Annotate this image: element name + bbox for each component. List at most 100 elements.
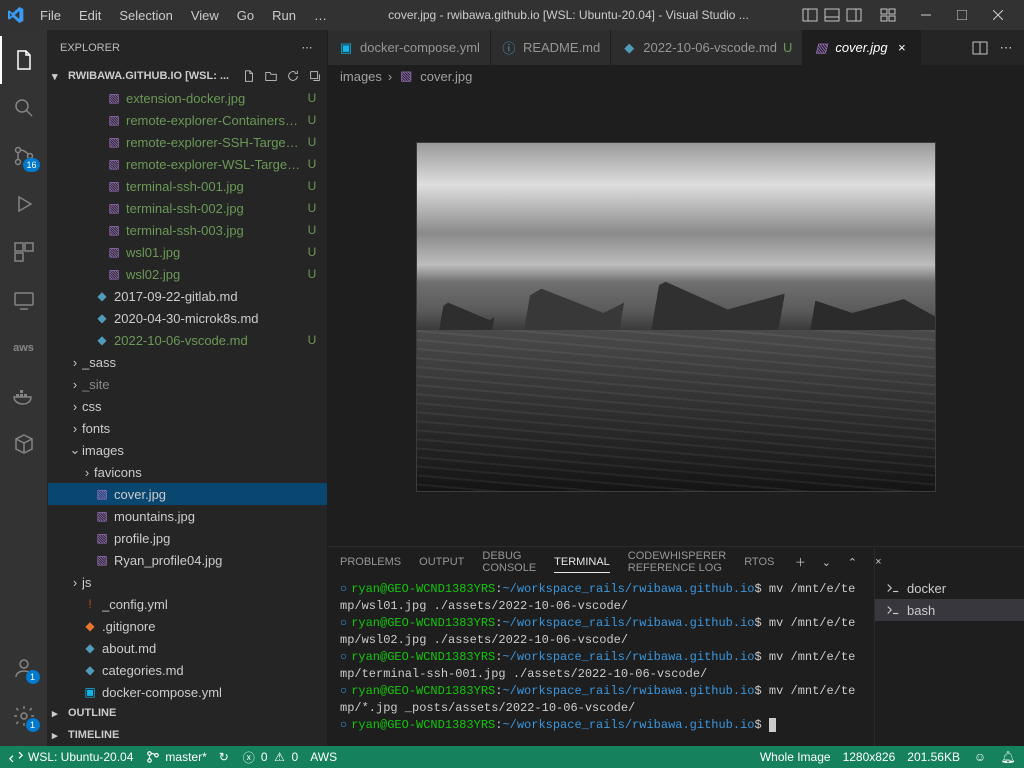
menu-edit[interactable]: Edit [71, 4, 109, 27]
activity-settings[interactable]: 1 [0, 692, 48, 740]
activity-accounts[interactable]: 1 [0, 644, 48, 692]
panel-tab-problems[interactable]: PROBLEMS [340, 552, 401, 572]
menu-go[interactable]: Go [229, 4, 262, 27]
workspace-header[interactable]: ▾ RWIBAWA.GITHUB.IO [WSL: ... [48, 65, 327, 87]
activity-aws[interactable]: aws [0, 324, 48, 372]
layout-right-icon[interactable] [846, 7, 862, 23]
file-row[interactable]: ▧remote-explorer-WSL-Targets.jpgU [48, 153, 327, 175]
status-branch[interactable]: master* [145, 749, 206, 765]
chevron-icon[interactable]: › [68, 421, 82, 436]
file-row[interactable]: ▧terminal-ssh-003.jpgU [48, 219, 327, 241]
split-editor-icon[interactable] [972, 40, 988, 56]
panel-tab-debug-console[interactable]: DEBUG CONSOLE [482, 546, 536, 578]
layout-panel-icon[interactable] [802, 7, 818, 23]
menu-run[interactable]: Run [264, 4, 304, 27]
activity-explorer[interactable] [0, 36, 48, 84]
folder-row[interactable]: ›js [48, 571, 327, 593]
panel-tab-output[interactable]: OUTPUT [419, 552, 464, 572]
file-row[interactable]: ◆2020-04-30-microk8s.md [48, 307, 327, 329]
new-folder-icon[interactable] [263, 68, 279, 84]
folder-row[interactable]: ⌄images [48, 439, 327, 461]
file-row[interactable]: ▧wsl02.jpgU [48, 263, 327, 285]
more-icon[interactable]: ⋯ [998, 40, 1014, 56]
layout-customize-icon[interactable] [880, 7, 896, 23]
minimize-button[interactable] [908, 0, 944, 30]
breadcrumb-item[interactable]: cover.jpg [420, 69, 472, 84]
chevron-icon[interactable]: › [80, 465, 94, 480]
status-sync[interactable]: ↻ [219, 750, 229, 764]
menu-selection[interactable]: Selection [111, 4, 180, 27]
file-row[interactable]: ▧cover.jpg [48, 483, 327, 505]
status-errors[interactable]: ⓧ0 ⚠0 [241, 749, 298, 765]
activity-docker[interactable] [0, 372, 48, 420]
file-row[interactable]: ▧remote-explorer-SSH-Targets.jpgU [48, 131, 327, 153]
timeline-section[interactable]: ▸ TIMELINE [48, 724, 327, 746]
breadcrumb[interactable]: images › ▧ cover.jpg [328, 65, 1024, 87]
image-viewer[interactable] [328, 87, 1024, 546]
status-remote[interactable]: WSL: Ubuntu-20.04 [8, 749, 133, 765]
file-row[interactable]: ▧terminal-ssh-001.jpgU [48, 175, 327, 197]
folder-row[interactable]: ›_sass [48, 351, 327, 373]
tab-cover-jpg[interactable]: ▧cover.jpg× [803, 30, 920, 65]
breadcrumb-item[interactable]: images [340, 69, 382, 84]
chevron-icon[interactable]: › [68, 575, 82, 590]
file-row[interactable]: ▧wsl01.jpgU [48, 241, 327, 263]
file-row[interactable]: ▧extension-docker.jpgU [48, 87, 327, 109]
chevron-up-icon[interactable]: ⌃ [844, 554, 860, 570]
close-icon[interactable]: × [894, 40, 910, 56]
file-row[interactable]: ▧Ryan_profile04.jpg [48, 549, 327, 571]
refresh-icon[interactable] [285, 68, 301, 84]
status-whole-image[interactable]: Whole Image [760, 750, 831, 764]
file-tree[interactable]: ▧extension-docker.jpgU▧remote-explorer-C… [48, 87, 327, 702]
folder-row[interactable]: ›fonts [48, 417, 327, 439]
file-row[interactable]: ▧remote-explorer-Containers.jpgU [48, 109, 327, 131]
menu-file[interactable]: File [32, 4, 69, 27]
terminal-item-docker[interactable]: docker [875, 577, 1024, 599]
terminal-output[interactable]: ○ryan@GEO-WCND1383YRS:~/workspace_rails/… [328, 577, 874, 746]
panel-tab-terminal[interactable]: TERMINAL [554, 552, 610, 573]
file-row[interactable]: ▧profile.jpg [48, 527, 327, 549]
file-row[interactable]: ◆about.md [48, 637, 327, 659]
terminal-item-bash[interactable]: bash [875, 599, 1024, 621]
file-row[interactable]: ◆.gitignore [48, 615, 327, 637]
status-feedback[interactable]: ☺ [972, 749, 988, 765]
add-terminal-icon[interactable]: ＋ [792, 554, 808, 570]
close-button[interactable] [980, 0, 1016, 30]
file-row[interactable]: ▧mountains.jpg [48, 505, 327, 527]
chevron-icon[interactable]: ⌄ [68, 442, 82, 458]
tab-readme-md[interactable]: ⓘREADME.md [491, 30, 611, 65]
activity-search[interactable] [0, 84, 48, 132]
more-icon[interactable]: ⋯ [299, 40, 315, 56]
activity-box-icon[interactable] [0, 420, 48, 468]
layout-bottom-icon[interactable] [824, 7, 840, 23]
file-row[interactable]: ◆2017-09-22-gitlab.md [48, 285, 327, 307]
activity-debug[interactable] [0, 180, 48, 228]
activity-remote[interactable] [0, 276, 48, 324]
chevron-icon[interactable]: › [68, 355, 82, 370]
file-row[interactable]: ◆2022-10-06-vscode.mdU [48, 329, 327, 351]
chevron-icon[interactable]: › [68, 377, 82, 392]
file-row[interactable]: ◆categories.md [48, 659, 327, 681]
status-filesize[interactable]: 201.56KB [907, 750, 960, 764]
folder-row[interactable]: ›_site [48, 373, 327, 395]
menu-view[interactable]: View [183, 4, 227, 27]
file-row[interactable]: ▣docker-compose.yml [48, 681, 327, 702]
chevron-down-icon[interactable]: ⌄ [818, 554, 834, 570]
tab-2022-10-06-vscode-md[interactable]: ◆2022-10-06-vscode.mdU [611, 30, 803, 65]
outline-section[interactable]: ▸ OUTLINE [48, 702, 327, 724]
panel-tab-rtos[interactable]: RTOS [744, 552, 774, 572]
file-row[interactable]: ▧terminal-ssh-002.jpgU [48, 197, 327, 219]
maximize-button[interactable] [944, 0, 980, 30]
chevron-icon[interactable]: › [68, 399, 82, 414]
activity-scm[interactable]: 16 [0, 132, 48, 180]
file-row[interactable]: !_config.yml [48, 593, 327, 615]
activity-extensions[interactable] [0, 228, 48, 276]
status-aws[interactable]: AWS [310, 750, 337, 764]
menu-…[interactable]: … [306, 4, 335, 27]
status-bell[interactable]: 🔔︎ [1000, 749, 1016, 765]
status-dimensions[interactable]: 1280x826 [843, 750, 896, 764]
folder-row[interactable]: ›css [48, 395, 327, 417]
new-file-icon[interactable] [241, 68, 257, 84]
panel-tab-codewhisperer-reference-log[interactable]: CODEWHISPERER REFERENCE LOG [628, 546, 726, 578]
tab-docker-compose-yml[interactable]: ▣docker-compose.yml [328, 30, 491, 65]
